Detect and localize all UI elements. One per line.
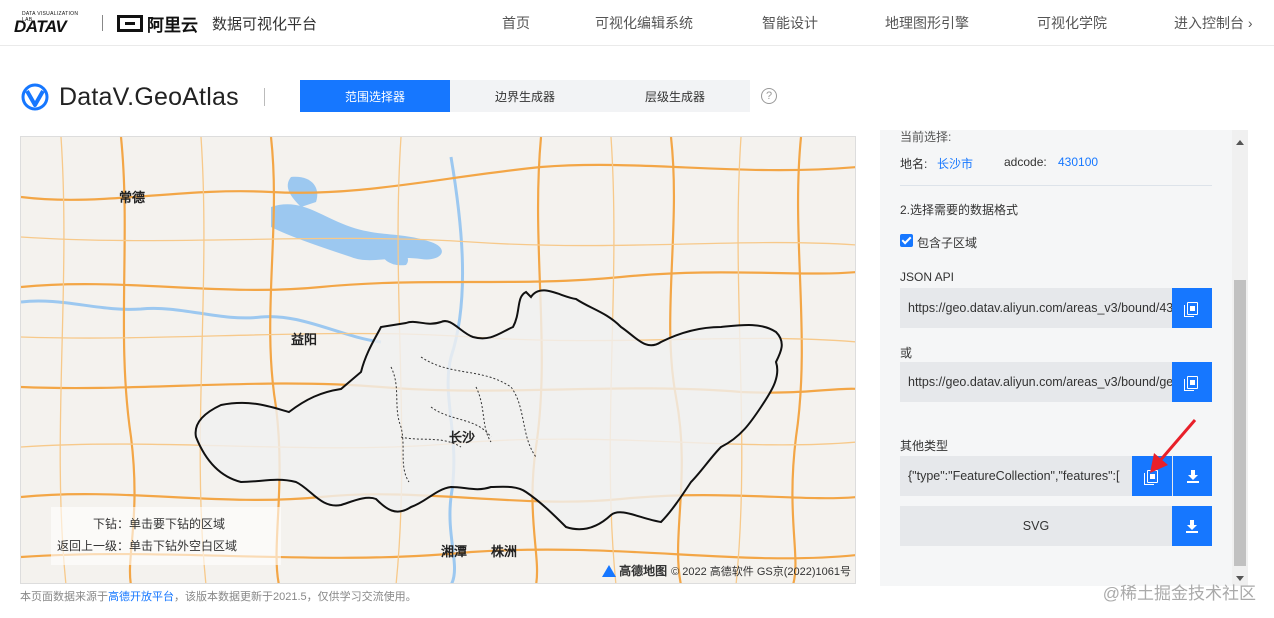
- tab-boundary-generator[interactable]: 边界生成器: [450, 80, 600, 112]
- map-canvas[interactable]: 常德 益阳 长沙 湘潭 株洲 下钻： 单击要下钻的区域 返回上一级： 单击下钻外…: [20, 136, 856, 584]
- adcode-value[interactable]: 430100: [1058, 155, 1098, 169]
- panel-divider: [900, 185, 1212, 186]
- nav-item-editor[interactable]: 可视化编辑系统: [595, 13, 693, 33]
- map-city-label: 湘潭: [441, 544, 468, 559]
- export-panel: 当前选择: 地名: 长沙市 adcode: 430100 2.选择需要的数据格式…: [880, 130, 1248, 586]
- json-api-url-field[interactable]: https://geo.datav.aliyun.com/areas_v3/bo…: [900, 288, 1172, 328]
- amap-icon: [602, 564, 617, 577]
- title-divider: [264, 88, 265, 106]
- alt-url-field[interactable]: https://geo.datav.aliyun.com/areas_v3/bo…: [900, 362, 1172, 402]
- nav-item-smart-design[interactable]: 智能设计: [762, 13, 818, 33]
- step2-label: 2.选择需要的数据格式: [900, 203, 1019, 217]
- copy-alt-url-button[interactable]: [1172, 362, 1212, 402]
- aliyun-wordmark: 阿里云: [147, 15, 198, 35]
- scroll-thumb[interactable]: [1234, 280, 1246, 566]
- nav-item-academy[interactable]: 可视化学院: [1037, 13, 1107, 33]
- include-subregions-label[interactable]: 包含子区域: [917, 234, 977, 251]
- panel-scrollbar[interactable]: [1232, 130, 1248, 586]
- map-city-label: 益阳: [291, 332, 318, 347]
- nav-item-console[interactable]: 进入控制台 ›: [1174, 13, 1253, 33]
- datav-logo[interactable]: DATA VISUALIZATION LAB DATAV: [14, 9, 90, 37]
- copyright-text: © 2022 高德软件 GS京(2022)1061号: [671, 565, 851, 578]
- current-selection-label: 当前选择:: [900, 130, 952, 144]
- aliyun-logo[interactable]: 阿里云: [117, 11, 198, 36]
- footer-suffix: ，该版本数据更新于2021.5，仅供学习交流使用。: [174, 591, 417, 603]
- nav-item-home[interactable]: 首页: [502, 13, 530, 33]
- geoatlas-icon: [21, 83, 49, 111]
- page-title: DataV.GeoAtlas: [59, 82, 239, 111]
- copy-icon: [1183, 375, 1198, 391]
- mode-tabs: 范围选择器 边界生成器 层级生成器: [300, 80, 750, 112]
- amap-logo-text: 高德地图: [619, 564, 668, 578]
- aliyun-icon: [117, 14, 143, 32]
- brand[interactable]: DATA VISUALIZATION LAB DATAV 阿里云 数据可视化平台: [14, 9, 317, 37]
- geojson-field[interactable]: {"type":"FeatureCollection","features":[: [900, 456, 1132, 496]
- help-icon[interactable]: ?: [761, 88, 777, 104]
- json-api-label: JSON API: [900, 270, 955, 284]
- download-icon: [1186, 519, 1198, 533]
- footer-prefix: 本页面数据来源于: [20, 591, 108, 603]
- scroll-up-arrow-icon[interactable]: [1236, 140, 1244, 145]
- datav-wordmark: DATAV: [14, 17, 67, 36]
- data-source-note: 本页面数据来源于高德开放平台，该版本数据更新于2021.5，仅供学习交流使用。: [20, 588, 417, 604]
- map-copyright: 高德地图 © 2022 高德软件 GS京(2022)1061号: [602, 562, 851, 579]
- top-nav: DATA VISUALIZATION LAB DATAV 阿里云 数据可视化平台…: [0, 0, 1274, 46]
- hint-back-text: 单击下钻外空白区域: [129, 539, 238, 553]
- map-city-label: 常德: [119, 190, 146, 205]
- svg-format-button[interactable]: SVG: [900, 506, 1172, 546]
- adcode-label: adcode:: [1004, 155, 1047, 169]
- hint-back-label: 返回上一级：: [57, 539, 130, 553]
- platform-name: 数据可视化平台: [212, 15, 318, 33]
- nav-item-geo-engine[interactable]: 地理图形引擎: [885, 13, 969, 33]
- download-svg-button[interactable]: [1172, 506, 1212, 546]
- amap-open-platform-link[interactable]: 高德开放平台: [108, 591, 174, 603]
- copy-json-api-button[interactable]: [1172, 288, 1212, 328]
- tab-level-generator[interactable]: 层级生成器: [600, 80, 750, 112]
- annotation-arrow-icon: [1150, 419, 1197, 473]
- map-city-label: 长沙: [449, 430, 476, 445]
- brand-divider: [102, 15, 103, 31]
- amap-logo: 高德地图: [602, 562, 667, 579]
- watermark: @稀土掘金技术社区: [1102, 584, 1256, 603]
- include-subregions-checkbox[interactable]: [900, 234, 913, 247]
- map-city-label: 株洲: [491, 544, 518, 559]
- tab-range-selector[interactable]: 范围选择器: [300, 80, 450, 112]
- copy-icon: [1183, 301, 1198, 317]
- or-label: 或: [900, 346, 913, 360]
- geoatlas-logo[interactable]: DataV.GeoAtlas: [20, 82, 239, 112]
- other-types-label: 其他类型: [900, 439, 949, 453]
- hint-drilldown-label: 下钻：: [93, 517, 130, 531]
- place-name-label: 地名:: [900, 157, 928, 171]
- place-name-value[interactable]: 长沙市: [937, 155, 973, 172]
- hint-drilldown-text: 单击要下钻的区域: [129, 517, 226, 531]
